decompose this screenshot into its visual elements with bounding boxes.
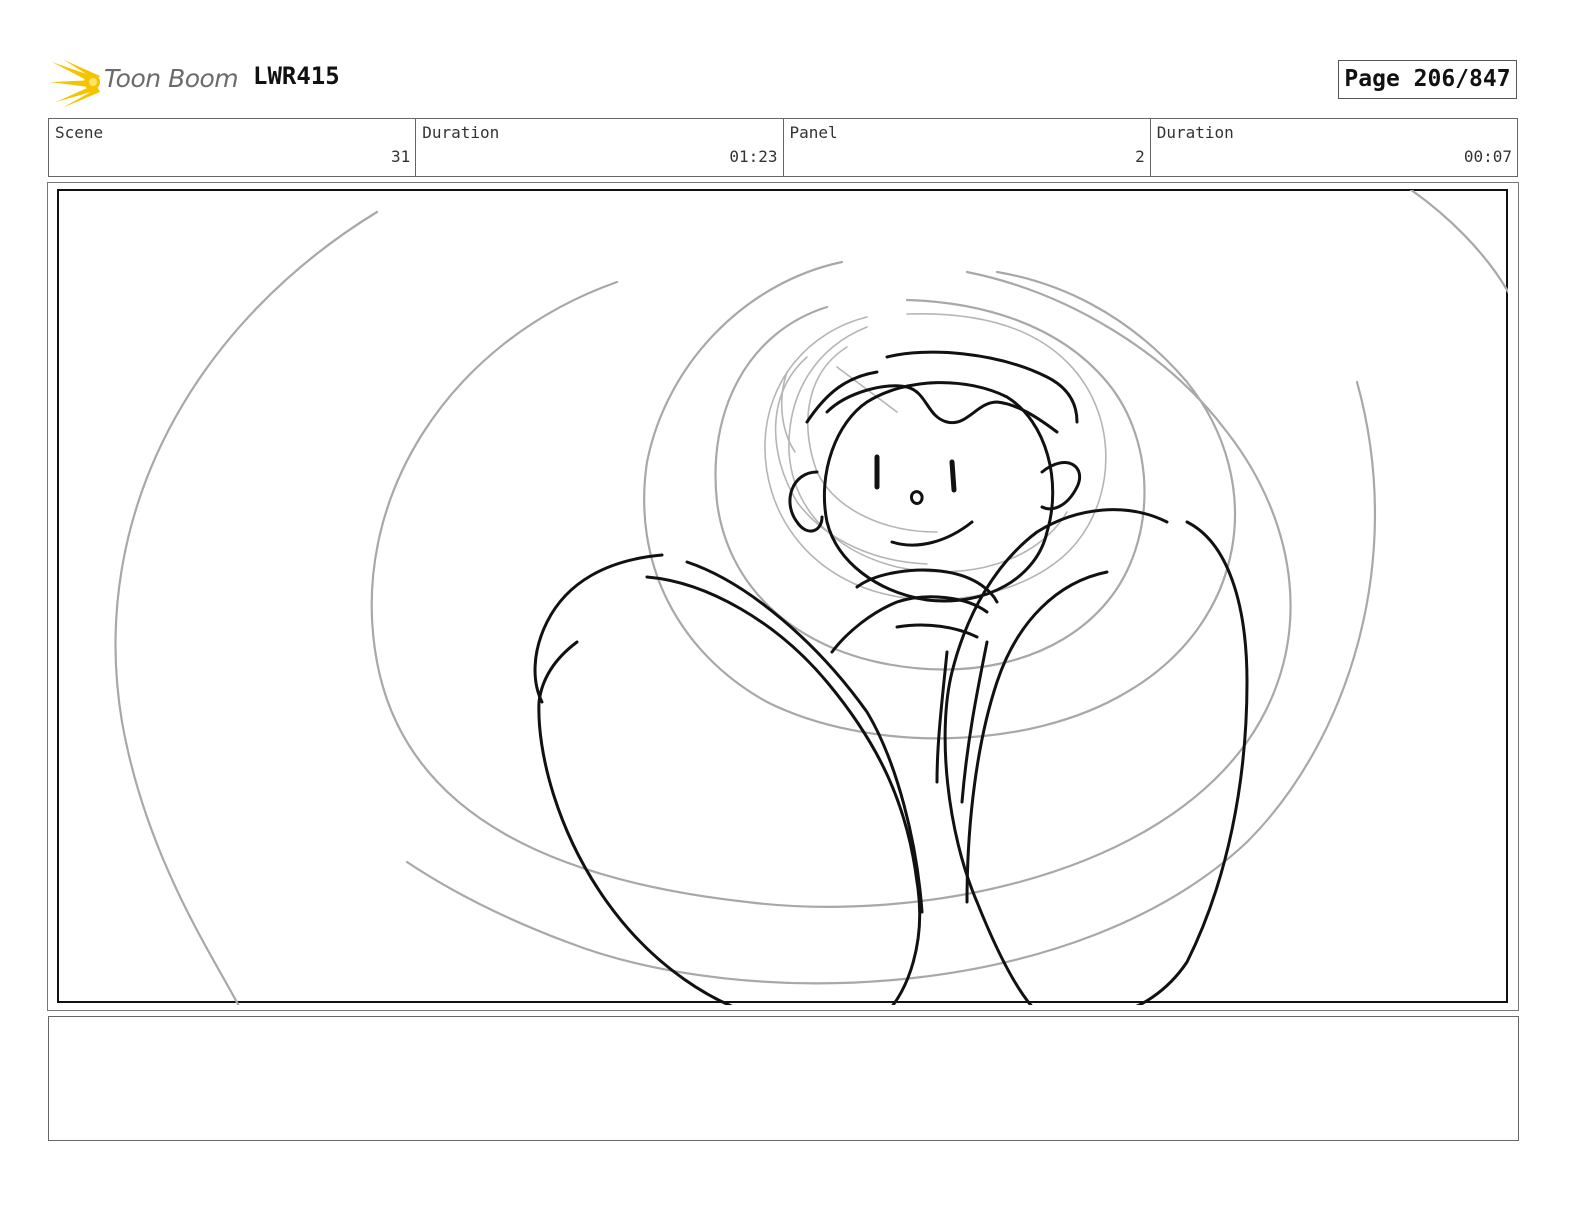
logo-text: Toon Boom bbox=[104, 64, 239, 93]
panel-cell: Panel 2 bbox=[784, 119, 1151, 176]
panel-label: Panel bbox=[789, 123, 838, 142]
scene-cell: Scene 31 bbox=[49, 119, 417, 176]
scene-value: 31 bbox=[390, 147, 411, 166]
panel-value: 2 bbox=[1135, 147, 1145, 166]
panel-duration-cell: Duration 00:07 bbox=[1151, 119, 1517, 176]
storyboard-sketch bbox=[57, 189, 1508, 1005]
scene-duration-label: Duration bbox=[422, 123, 500, 142]
scene-duration-value: 01:23 bbox=[729, 147, 778, 166]
scene-label: Scene bbox=[55, 123, 104, 142]
panel-notes-area bbox=[48, 1016, 1519, 1141]
panel-duration-value: 00:07 bbox=[1463, 147, 1512, 166]
project-title: LWR415 bbox=[253, 62, 340, 90]
panel-duration-label: Duration bbox=[1156, 123, 1234, 142]
scene-duration-cell: Duration 01:23 bbox=[416, 119, 784, 176]
page-indicator: Page 206/847 bbox=[1338, 60, 1517, 99]
scene-info-row: Scene 31 Duration 01:23 Panel 2 Duration… bbox=[48, 118, 1518, 177]
